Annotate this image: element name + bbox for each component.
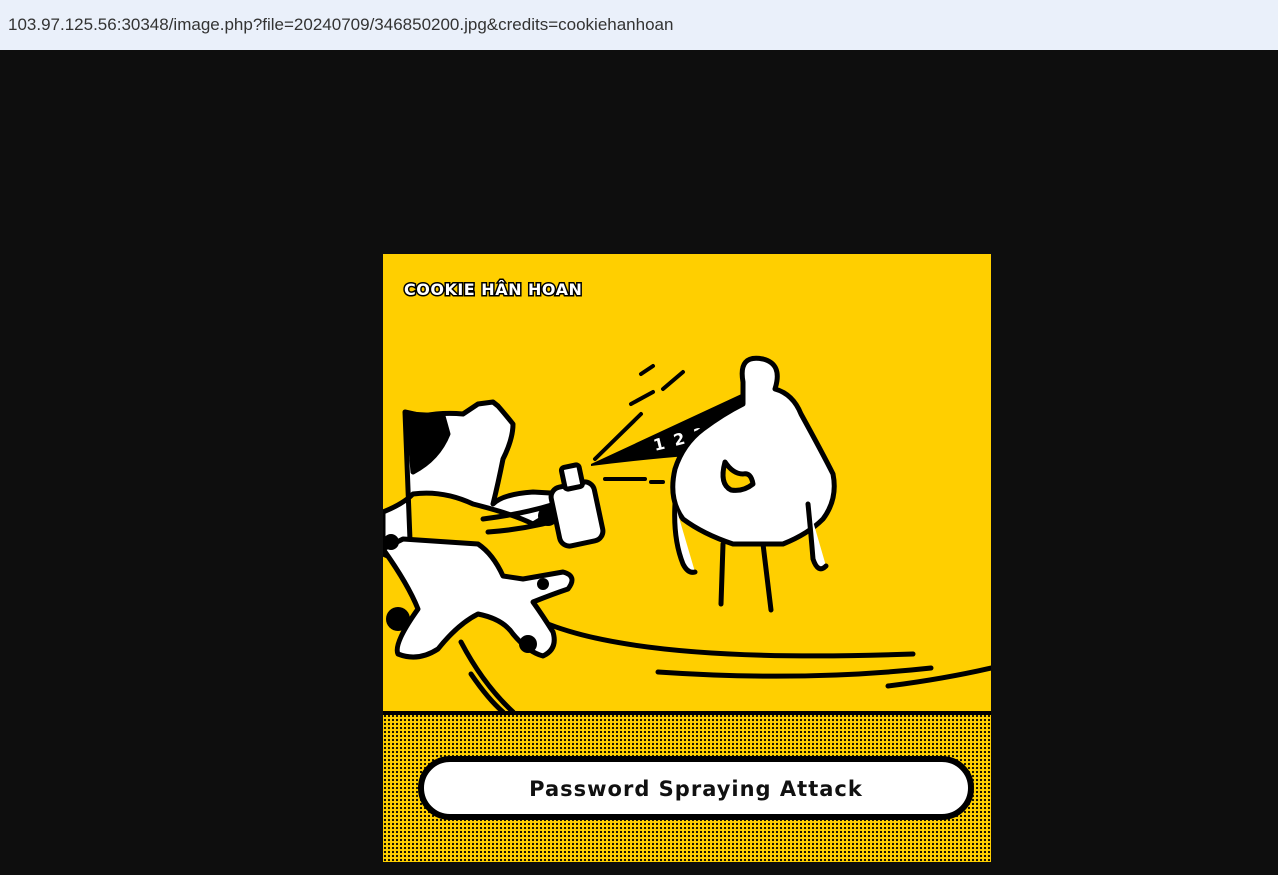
image-viewer: COOKIE HÂN HOAN 1 2 Password Spraying At… <box>0 50 1278 875</box>
comic-image: COOKIE HÂN HOAN 1 2 Password Spraying At… <box>383 254 991 862</box>
caption-text: Password Spraying Attack <box>529 777 863 801</box>
address-bar[interactable]: 103.97.125.56:30348/image.php?file=20240… <box>0 0 1278 50</box>
url-text[interactable]: 103.97.125.56:30348/image.php?file=20240… <box>8 15 673 35</box>
brand-text: COOKIE HÂN HOAN <box>404 280 582 299</box>
comic-illustration: COOKIE HÂN HOAN 1 2 Password Spraying At… <box>383 254 991 862</box>
